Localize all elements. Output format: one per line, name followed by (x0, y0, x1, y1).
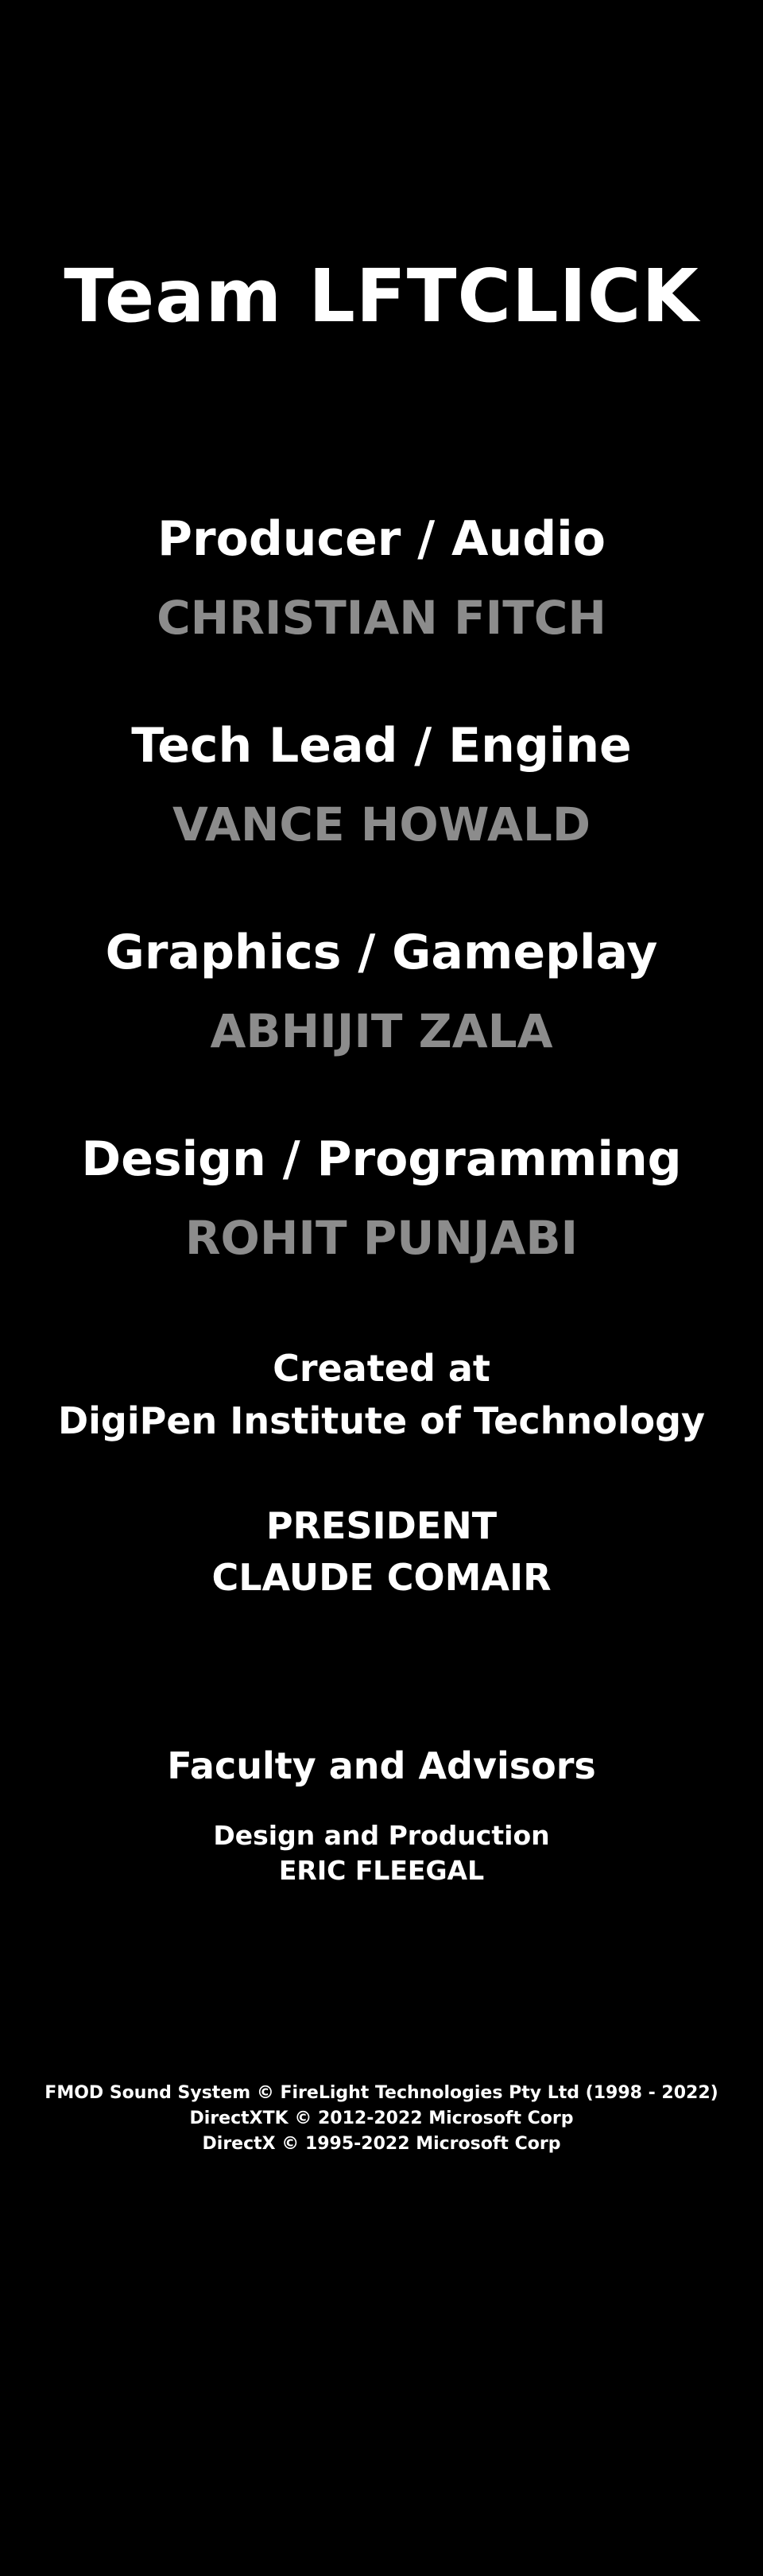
name-vance-howald: VANCE HOWALD (172, 797, 591, 852)
legal-directx: DirectX © 1995-2022 Microsoft Corp (202, 2134, 561, 2154)
president-label: PRESIDENT (265, 1504, 498, 1547)
president-name: CLAUDE COMAIR (211, 1556, 552, 1599)
faculty-role: Design and Production (213, 1820, 550, 1851)
name-christian-fitch: CHRISTIAN FITCH (157, 591, 606, 645)
name-abhijit-zala: ABHIJIT ZALA (210, 1004, 553, 1058)
credits-screen: Team LFTCLICK Producer / Audio CHRISTIAN… (0, 0, 763, 2576)
legal-directxtk: DirectXTK © 2012-2022 Microsoft Corp (189, 2109, 574, 2128)
role-producer-audio: Producer / Audio (157, 511, 606, 567)
role-design-programming: Design / Programming (81, 1131, 682, 1187)
faculty-heading: Faculty and Advisors (167, 1744, 596, 1787)
institution-name: DigiPen Institute of Technology (57, 1399, 705, 1442)
legal-fmod: FMOD Sound System © FireLight Technologi… (45, 2083, 718, 2103)
role-graphics-gameplay: Graphics / Gameplay (105, 925, 658, 980)
created-at-label: Created at (273, 1347, 490, 1390)
credits-title: Team LFTCLICK (64, 254, 699, 339)
role-tech-lead-engine: Tech Lead / Engine (131, 718, 632, 774)
name-rohit-punjabi: ROHIT PUNJABI (184, 1211, 579, 1265)
faculty-name: ERIC FLEEGAL (278, 1855, 485, 1886)
